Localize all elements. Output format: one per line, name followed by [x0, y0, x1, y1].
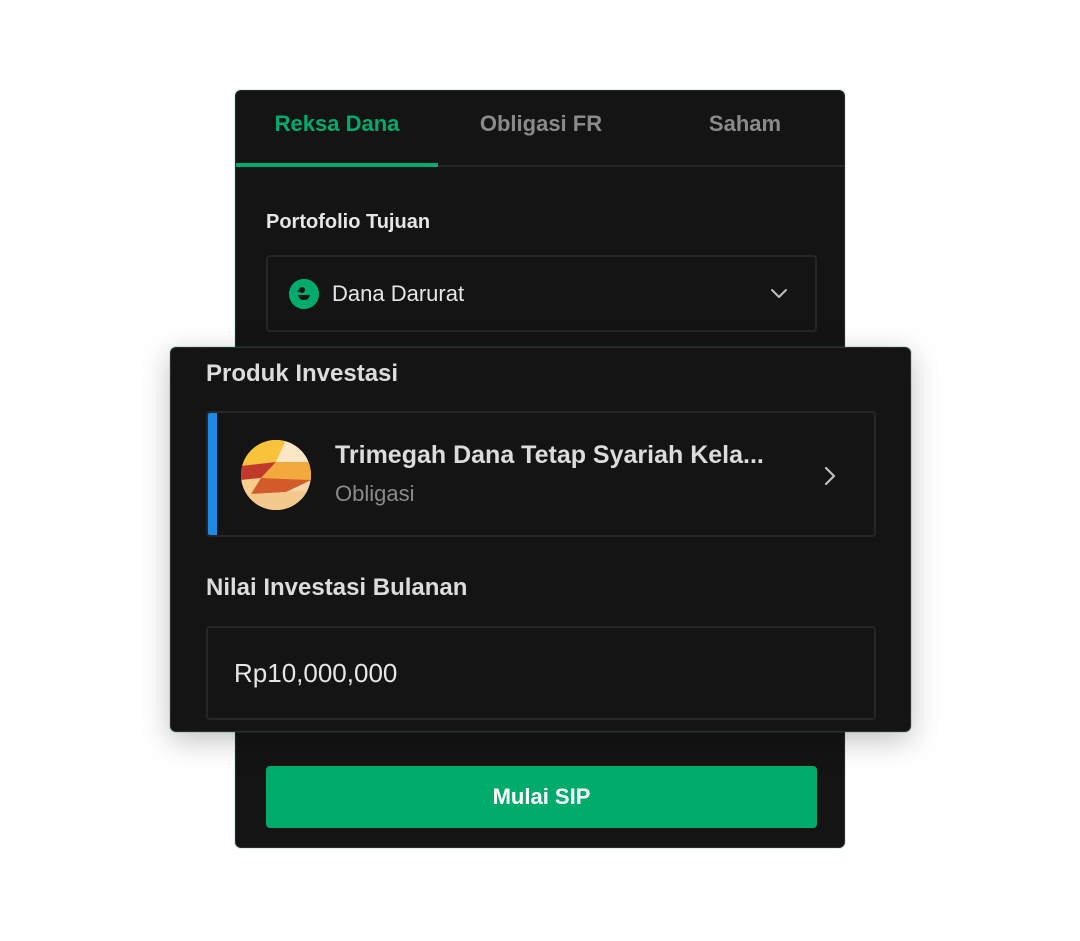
fund-logo-icon	[241, 440, 311, 510]
tab-reksa-dana[interactable]: Reksa Dana	[236, 91, 438, 167]
active-tab-indicator	[236, 163, 438, 167]
monthly-investment-label: Nilai Investasi Bulanan	[206, 574, 468, 601]
product-label: Produk Investasi	[206, 360, 399, 387]
chevron-down-icon	[771, 289, 787, 298]
start-sip-button[interactable]: Mulai SIP	[266, 766, 817, 828]
tab-saham[interactable]: Saham	[644, 91, 844, 167]
monthly-amount-input[interactable]	[206, 626, 876, 720]
portfolio-selected-value: Dana Darurat	[332, 281, 465, 306]
product-selector[interactable]: Trimegah Dana Tetap Syariah Kela... Obli…	[206, 411, 876, 537]
portfolio-label: Portofolio Tujuan	[266, 211, 431, 233]
product-accent-bar	[208, 413, 217, 535]
portfolio-dropdown[interactable]: Dana Darurat	[266, 255, 817, 332]
portfolio-goal-icon	[289, 279, 319, 309]
chevron-right-icon	[824, 466, 836, 486]
fund-category: Obligasi	[335, 481, 415, 506]
asset-tabs: Reksa Dana Obligasi FR Saham	[236, 91, 844, 167]
investment-detail-card: Produk Investasi Trimegah Dana Tetap Sya…	[170, 347, 911, 732]
fund-name: Trimegah Dana Tetap Syariah Kela...	[335, 441, 764, 469]
tab-obligasi-fr[interactable]: Obligasi FR	[438, 91, 644, 167]
